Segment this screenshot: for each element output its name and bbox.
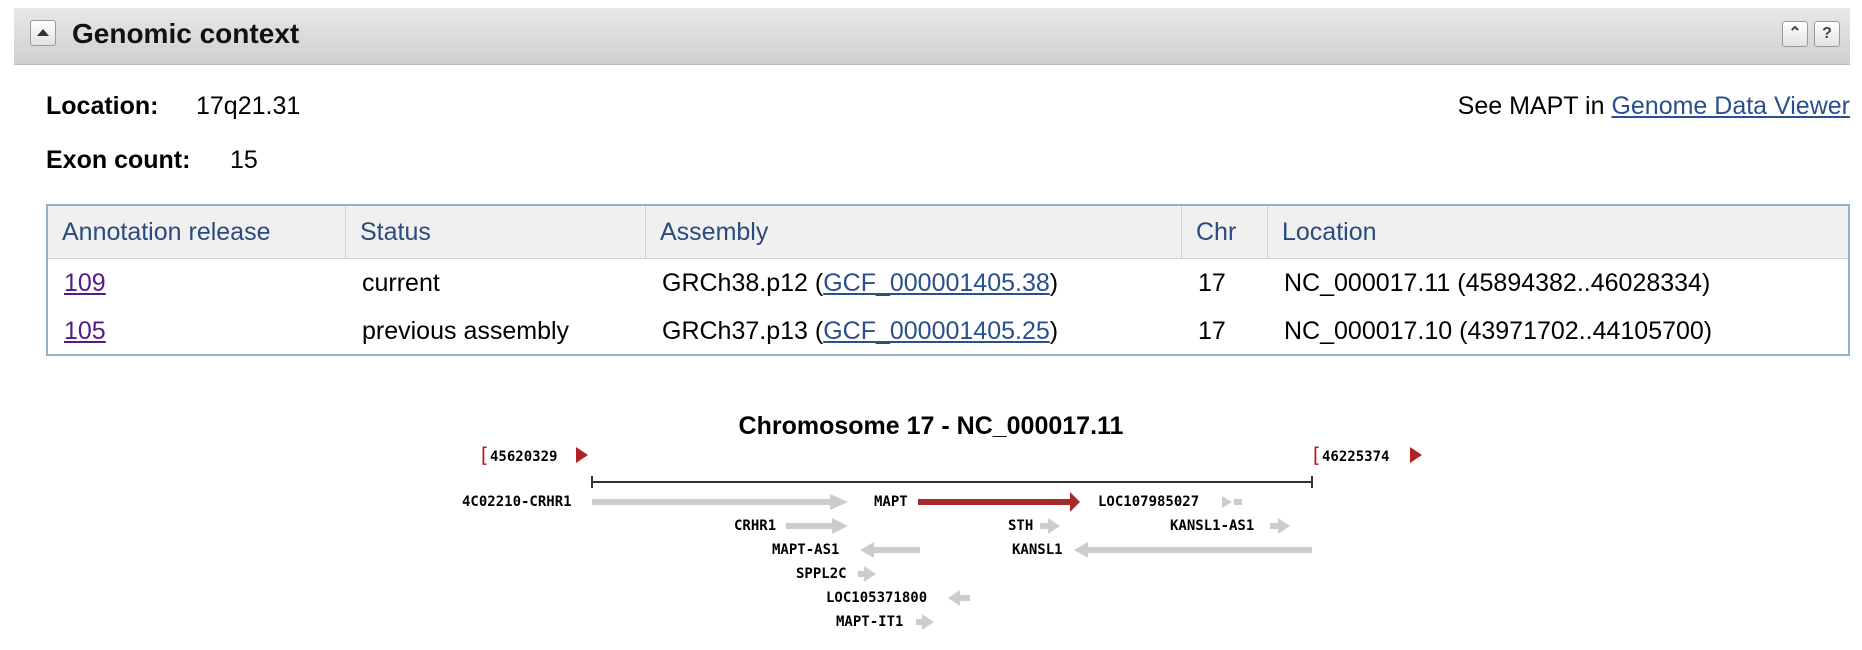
gene-label: KANSL1: [1012, 542, 1063, 558]
left-bracket-icon: [: [478, 443, 490, 467]
arrow-right-icon: [922, 614, 934, 630]
gene-MAPT-AS1[interactable]: MAPT-AS1: [772, 542, 920, 558]
gene-label: SPPL2C: [796, 566, 847, 582]
arrow-left-icon: [1074, 542, 1088, 558]
gene-label: MAPT: [874, 494, 908, 510]
arrow-right-icon: [830, 494, 848, 510]
gene-KANSL1[interactable]: KANSL1: [1012, 542, 1312, 558]
gene-KANSL1-AS1[interactable]: KANSL1-AS1: [1170, 518, 1290, 534]
gene-CRHR1[interactable]: CRHR1: [734, 518, 848, 534]
right-bracket-icon: [: [1310, 443, 1322, 467]
gene-label: LOC107985027: [1098, 494, 1199, 510]
gene-label: 4C02210-CRHR1: [462, 494, 572, 510]
gene-LOC102210-CRHR1[interactable]: 4C02210-CRHR1: [462, 494, 848, 510]
right-bound-label: 46225374: [1322, 449, 1389, 465]
gene-label: CRHR1: [734, 518, 776, 534]
gene-STH[interactable]: STH: [1008, 518, 1060, 534]
arrow-left-icon: [948, 590, 960, 606]
gene-LOC107985027[interactable]: LOC107985027: [1098, 494, 1242, 510]
gene-label: MAPT-AS1: [772, 542, 839, 558]
left-bound-arrow-icon[interactable]: [576, 447, 588, 463]
left-bound-label: 45620329: [490, 449, 557, 465]
gene-label: MAPT-IT1: [836, 614, 903, 630]
right-bound-arrow-icon[interactable]: [1410, 447, 1422, 463]
arrow-right-icon: [1070, 492, 1080, 512]
arrow-left-icon: [860, 542, 874, 558]
arrow-left-icon: [1222, 496, 1232, 508]
arrow-right-icon: [864, 566, 876, 582]
gene-label: LOC105371800: [826, 590, 927, 606]
arrow-right-icon: [832, 518, 848, 534]
gene-MAPT-IT1[interactable]: MAPT-IT1: [836, 614, 934, 630]
arrow-right-icon: [1278, 518, 1290, 534]
arrow-right-icon: [1048, 518, 1060, 534]
gene-MAPT[interactable]: MAPT: [874, 492, 1080, 512]
gene-label: KANSL1-AS1: [1170, 518, 1254, 534]
gene-label: STH: [1008, 518, 1033, 534]
gene-SPPL2C[interactable]: SPPL2C: [796, 566, 876, 582]
gene-LOC105371800[interactable]: LOC105371800: [826, 590, 970, 606]
context-map: [ 45620329 [ 46225374 4C02210-CRHR1 MAPT…: [462, 443, 1422, 630]
